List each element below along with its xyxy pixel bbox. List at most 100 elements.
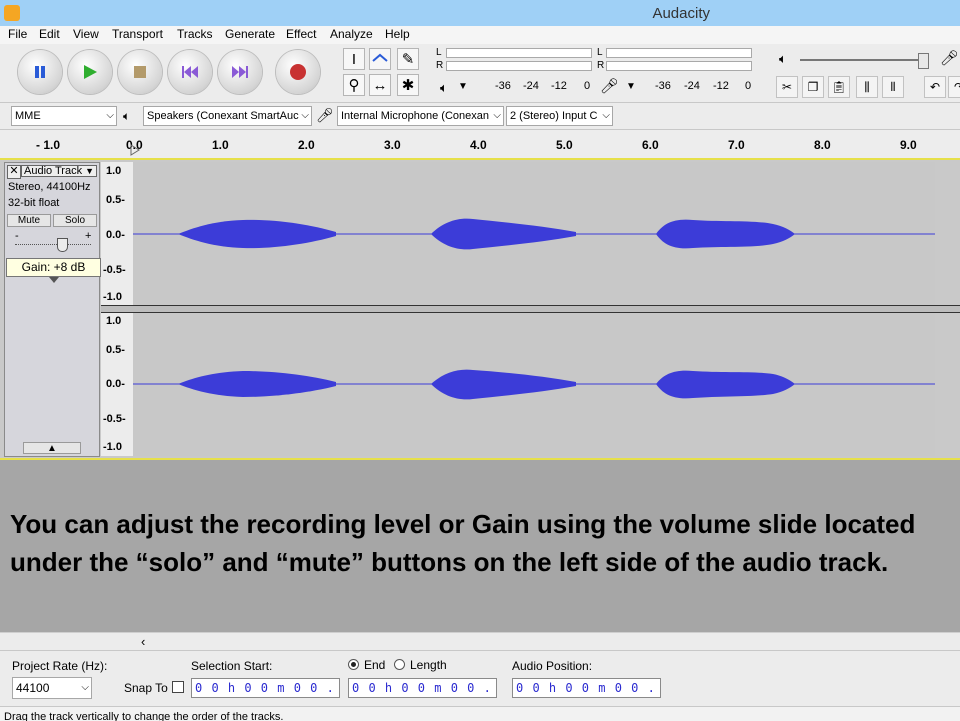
menu-analyze[interactable]: Analyze bbox=[330, 27, 373, 41]
waveform-clip bbox=[178, 219, 336, 249]
scissors-icon: ✂ bbox=[781, 80, 793, 94]
input-device-select[interactable]: Internal Microphone (Conexan ⌵ bbox=[337, 106, 504, 126]
end-label: End bbox=[364, 658, 386, 672]
gain-tooltip: Gain: +8 dB bbox=[6, 258, 101, 277]
scale-tick: -0.5- bbox=[103, 413, 126, 425]
microphone-meter-icon[interactable]: 🎤︎ bbox=[600, 77, 619, 95]
silence-button[interactable]: ⫴ bbox=[882, 76, 904, 98]
waveform-left-channel[interactable] bbox=[133, 162, 935, 305]
gain-slider-thumb[interactable] bbox=[57, 238, 68, 252]
mute-button[interactable]: Mute bbox=[7, 214, 51, 227]
time-shift-tool[interactable]: ↔ bbox=[369, 74, 391, 96]
collapse-track-button[interactable]: ▲ bbox=[23, 442, 81, 454]
ruler-tick: 9.0 bbox=[900, 138, 917, 152]
chevron-down-icon[interactable]: ▼ bbox=[458, 81, 468, 92]
timeline-ruler[interactable]: - 1.0 0.0 1.0 2.0 3.0 4.0 5.0 6.0 7.0 8.… bbox=[0, 130, 960, 159]
ruler-tick: 8.0 bbox=[814, 138, 831, 152]
chevron-down-icon: ⌵ bbox=[81, 682, 89, 693]
magnifier-icon: ⚲ bbox=[348, 77, 360, 94]
output-volume-thumb[interactable] bbox=[918, 53, 929, 69]
paste-button[interactable]: 📋︎ bbox=[828, 76, 850, 98]
pause-icon bbox=[35, 66, 45, 78]
record-meter-right[interactable] bbox=[606, 61, 752, 71]
menu-effect[interactable]: Effect bbox=[286, 27, 316, 41]
play-button[interactable] bbox=[68, 50, 112, 94]
pause-button[interactable] bbox=[18, 50, 62, 94]
scale-tick: 1.0 bbox=[106, 315, 122, 327]
selection-tool[interactable]: I bbox=[343, 48, 365, 70]
scale-tick: 0.0- bbox=[106, 378, 125, 390]
chevron-down-icon[interactable]: ▼ bbox=[626, 81, 636, 92]
output-volume-slider[interactable] bbox=[800, 59, 920, 61]
gain-plus-label: + bbox=[85, 230, 92, 242]
copy-button[interactable]: ❐ bbox=[802, 76, 824, 98]
envelope-tool[interactable] bbox=[369, 48, 391, 70]
play-tick: 0 bbox=[584, 80, 591, 92]
pencil-icon: ✎ bbox=[401, 51, 415, 68]
record-icon bbox=[290, 64, 306, 80]
ruler-tick: 5.0 bbox=[556, 138, 573, 152]
undo-button[interactable]: ↶ bbox=[924, 76, 946, 98]
length-radio[interactable] bbox=[394, 659, 405, 670]
zoom-tool[interactable]: ⚲ bbox=[343, 74, 365, 96]
selection-start-time[interactable]: 0 0 h 0 0 m 0 0 . 0 0 0 s bbox=[191, 678, 340, 698]
play-head-marker-icon[interactable] bbox=[130, 144, 140, 156]
scroll-left-icon[interactable]: ‹ bbox=[141, 634, 145, 649]
cut-button[interactable]: ✂ bbox=[776, 76, 798, 98]
draw-tool[interactable]: ✎ bbox=[397, 48, 419, 70]
project-rate-select[interactable]: 44100 ⌵ bbox=[12, 677, 92, 699]
chevron-down-icon: ⌵ bbox=[602, 110, 610, 121]
multi-tool[interactable]: ✱ bbox=[397, 74, 419, 96]
pan-slider-thumb[interactable] bbox=[49, 277, 59, 283]
stop-button[interactable] bbox=[118, 50, 162, 94]
skip-to-start-button[interactable] bbox=[168, 50, 212, 94]
horizontal-scrollbar[interactable]: ‹ bbox=[0, 632, 960, 651]
chevron-down-icon: ⌵ bbox=[493, 110, 501, 121]
input-channels-select[interactable]: 2 (Stereo) Input C ⌵ bbox=[506, 106, 613, 126]
menu-transport[interactable]: Transport bbox=[112, 27, 163, 41]
microphone-icon: 🎤︎ bbox=[316, 107, 334, 123]
menu-view[interactable]: View bbox=[73, 27, 99, 41]
snap-to-checkbox[interactable] bbox=[172, 681, 184, 693]
chevron-down-icon: ⌵ bbox=[106, 110, 114, 121]
menu-tracks[interactable]: Tracks bbox=[177, 27, 213, 41]
close-track-button[interactable]: ✕ bbox=[7, 165, 21, 179]
scale-tick: -0.5- bbox=[103, 264, 126, 276]
skip-to-end-button[interactable] bbox=[218, 50, 262, 94]
speaker-icon: 🔈︎ bbox=[123, 109, 131, 123]
waveform-clip bbox=[656, 219, 795, 249]
playback-meter-right[interactable] bbox=[446, 61, 592, 71]
record-button[interactable] bbox=[276, 50, 320, 94]
chevron-down-icon: ▼ bbox=[85, 166, 94, 176]
selection-end-time[interactable]: 0 0 h 0 0 m 0 0 . 0 0 0 s bbox=[348, 678, 497, 698]
output-device-select[interactable]: Speakers (Conexant SmartAuc ⌵ bbox=[143, 106, 312, 126]
project-rate-label: Project Rate (Hz): bbox=[12, 659, 108, 673]
record-meter-left[interactable] bbox=[606, 48, 752, 58]
track-control-panel[interactable]: ✕ Audio Track ▼ Stereo, 44100Hz 32-bit fl… bbox=[4, 162, 100, 457]
scale-tick: 0.0- bbox=[106, 229, 125, 241]
redo-button[interactable]: ↷ bbox=[948, 76, 960, 98]
audio-host-select[interactable]: MME ⌵ bbox=[11, 106, 117, 126]
title-bar: Audacity bbox=[0, 0, 960, 26]
menu-bar: File Edit View Transport Tracks Generate… bbox=[0, 26, 960, 44]
vertical-scale-left-channel[interactable]: 1.0 0.5- 0.0- -0.5- -1.0 bbox=[101, 162, 133, 305]
menu-edit[interactable]: Edit bbox=[39, 27, 60, 41]
ruler-tick: 1.0 bbox=[212, 138, 229, 152]
end-radio[interactable] bbox=[348, 659, 359, 670]
menu-help[interactable]: Help bbox=[385, 27, 410, 41]
trim-button[interactable]: ⫼ bbox=[856, 76, 878, 98]
menu-file[interactable]: File bbox=[8, 27, 27, 41]
ruler-tick: - 1.0 bbox=[36, 138, 61, 152]
menu-generate[interactable]: Generate bbox=[225, 27, 275, 41]
trim-icon: ⫼ bbox=[864, 79, 870, 94]
waveform-right-channel[interactable] bbox=[133, 313, 935, 456]
solo-button[interactable]: Solo bbox=[53, 214, 97, 227]
speaker-meter-icon[interactable]: 🔈︎ bbox=[440, 80, 448, 96]
scale-tick: -1.0 bbox=[103, 441, 122, 453]
vertical-scale-right-channel[interactable]: 1.0 0.5- 0.0- -0.5- -1.0 bbox=[101, 313, 133, 456]
ruler-tick: 7.0 bbox=[728, 138, 745, 152]
audio-position-time[interactable]: 0 0 h 0 0 m 0 0 . 0 0 0 s bbox=[512, 678, 661, 698]
track-name-menu[interactable]: Audio Track ▼ bbox=[21, 165, 97, 177]
gain-slider[interactable] bbox=[15, 244, 91, 245]
playback-meter-left[interactable] bbox=[446, 48, 592, 58]
